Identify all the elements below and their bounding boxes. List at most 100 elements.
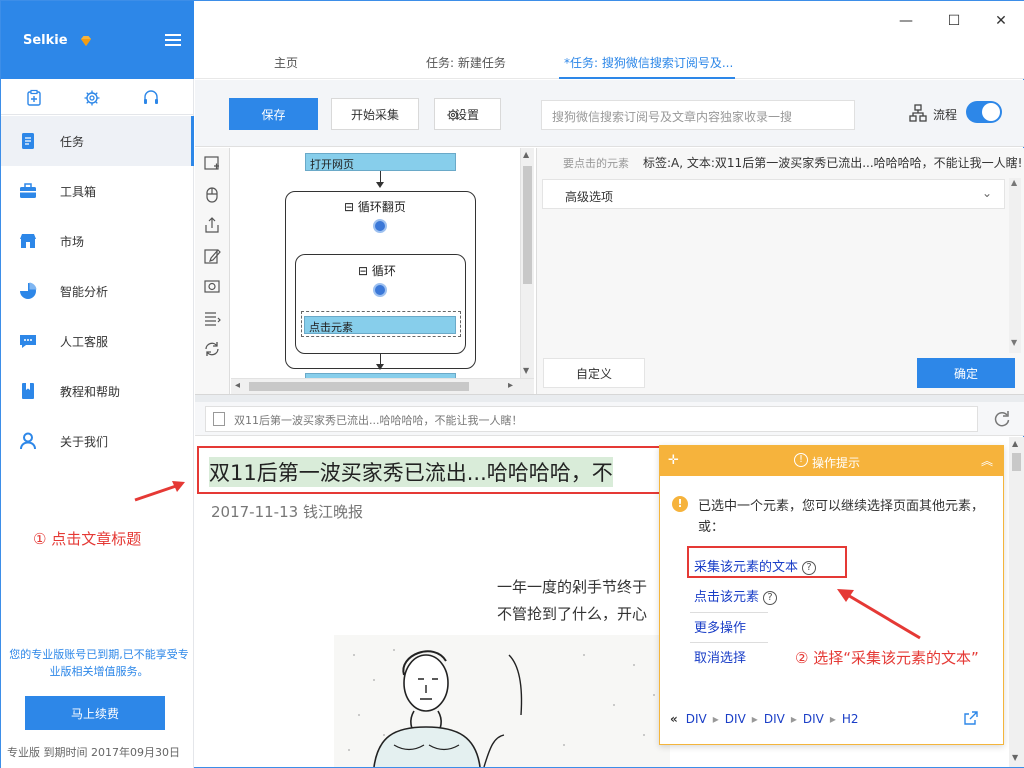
- crumb-item[interactable]: H2: [842, 712, 859, 726]
- sidebar-item-about[interactable]: 关于我们: [1, 416, 194, 466]
- renew-button[interactable]: 马上续费: [25, 696, 165, 730]
- page-icon: [213, 412, 225, 426]
- annotation-step1: ① 点击文章标题: [33, 530, 142, 548]
- task-name-input[interactable]: 搜狗微信搜索订阅号及文章内容独家收录一搜: [541, 100, 855, 130]
- crumb-item[interactable]: DIV: [803, 712, 824, 726]
- clipboard-add-icon[interactable]: [25, 89, 43, 107]
- sidebar-item-help[interactable]: 教程和帮助: [1, 366, 194, 416]
- warning-icon: !: [672, 496, 688, 512]
- refresh-icon[interactable]: [992, 409, 1012, 429]
- operation-tips-panel: ✛ ! 操作提示 ︽ ! 已选中一个元素，您可以继续选择页面其他元素，或： 采集…: [659, 445, 1004, 745]
- app-window: Selkie 任务 工具箱 市场 智能分析 人工客服 教程和帮助 关于我们 您的…: [0, 0, 1024, 768]
- sidebar-nav: 任务 工具箱 市场 智能分析 人工客服 教程和帮助 关于我们: [1, 116, 194, 466]
- gear-icon[interactable]: [83, 89, 101, 107]
- scroll-thumb[interactable]: [1012, 453, 1021, 471]
- sidebar-item-label: 教程和帮助: [60, 385, 121, 399]
- url-field[interactable]: 双11后第一波买家秀已流出...哈哈哈哈，不能让我一人瞎！: [205, 406, 978, 432]
- workflow-vertical-scrollbar[interactable]: ▲ ▼: [520, 148, 534, 378]
- tips-message: 已选中一个元素，您可以继续选择页面其他元素，或：: [698, 499, 985, 535]
- crumb-item[interactable]: DIV: [686, 712, 707, 726]
- crumb-separator: ▸: [829, 712, 836, 726]
- info-icon: !: [794, 453, 808, 467]
- red-arrow-icon: [837, 589, 921, 640]
- flow-toggle[interactable]: [966, 101, 1002, 123]
- headset-icon[interactable]: [142, 89, 160, 107]
- gear-icon: [447, 109, 459, 121]
- expand-parent-icon[interactable]: «: [670, 712, 678, 726]
- minimize-button[interactable]: —: [896, 13, 916, 29]
- node-loop-paging-title: ⊟ 循环翻页: [344, 200, 406, 214]
- scroll-thumb[interactable]: [523, 166, 532, 284]
- crumb-item[interactable]: DIV: [764, 712, 785, 726]
- store-icon: [20, 234, 36, 248]
- scroll-up-icon[interactable]: ▲: [1011, 178, 1017, 187]
- scroll-down-icon[interactable]: ▼: [1011, 338, 1017, 347]
- brand-name: Selkie: [23, 33, 68, 48]
- sidebar-item-label: 工具箱: [60, 185, 97, 199]
- sidebar-item-toolbox[interactable]: 工具箱: [1, 166, 194, 216]
- advanced-options-label: 高级选项: [565, 190, 614, 204]
- scroll-down-icon[interactable]: ▼: [523, 366, 529, 375]
- mouse-icon[interactable]: [203, 185, 221, 203]
- webpage-scrollbar[interactable]: ▲ ▼: [1009, 437, 1024, 767]
- save-button[interactable]: 保存: [229, 98, 318, 130]
- hamburger-menu-icon[interactable]: [165, 34, 181, 46]
- capture-icon[interactable]: [203, 278, 221, 296]
- confirm-button[interactable]: 确定: [917, 358, 1015, 388]
- properties-panel: 要点击的元素 标签:A, 文本:双11后第一波买家秀已流出...哈哈哈哈，不能让…: [536, 148, 1024, 394]
- click-element-option[interactable]: 点击该元素?: [694, 586, 778, 605]
- add-step-icon[interactable]: [203, 154, 221, 172]
- collapse-icon[interactable]: ︽: [981, 452, 993, 469]
- sidebar-item-tasks[interactable]: 任务: [1, 116, 194, 166]
- crumb-item[interactable]: DIV: [725, 712, 746, 726]
- tab-sogou-task[interactable]: *任务: 搜狗微信搜索订阅号及...: [564, 54, 733, 71]
- help-icon[interactable]: ?: [763, 590, 778, 605]
- chevron-down-icon: ⌄: [981, 186, 992, 200]
- scroll-right-icon[interactable]: ▸: [508, 380, 513, 391]
- loop-refresh-icon: [373, 283, 387, 297]
- more-actions-option[interactable]: 更多操作: [694, 617, 746, 636]
- title-highlight-box: [197, 446, 669, 494]
- scroll-left-icon[interactable]: ◂: [235, 380, 240, 391]
- edit-icon[interactable]: [203, 247, 221, 265]
- props-scrollbar[interactable]: ▲ ▼: [1009, 178, 1021, 353]
- move-icon[interactable]: ✛: [668, 453, 679, 468]
- workflow-horizontal-scrollbar[interactable]: ◂ ▸: [231, 378, 534, 394]
- option-divider: [690, 612, 768, 613]
- list-icon[interactable]: [203, 309, 221, 327]
- advanced-options-dropdown[interactable]: 高级选项 ⌄: [542, 179, 1005, 209]
- tips-header[interactable]: ✛ ! 操作提示 ︽: [660, 446, 1003, 476]
- sidebar-item-market[interactable]: 市场: [1, 216, 194, 266]
- workflow-canvas[interactable]: 打开网页 ⊟ 循环翻页 ⊟ 循环 点击元素: [231, 148, 534, 394]
- chat-icon: [20, 335, 36, 348]
- settings-button[interactable]: 设置: [434, 98, 501, 130]
- scroll-up-icon[interactable]: ▲: [1012, 439, 1018, 448]
- scroll-thumb[interactable]: [249, 382, 469, 391]
- document-icon: [22, 133, 34, 149]
- export-icon[interactable]: [203, 216, 221, 234]
- tips-title: 操作提示: [812, 456, 861, 470]
- sidebar-item-label: 市场: [60, 235, 85, 249]
- start-collect-button[interactable]: 开始采集: [331, 98, 419, 130]
- sidebar-item-analysis[interactable]: 智能分析: [1, 266, 194, 316]
- tab-home[interactable]: 主页: [274, 54, 298, 71]
- custom-button[interactable]: 自定义: [543, 358, 645, 388]
- flow-arrowhead: [376, 182, 384, 188]
- external-link-icon[interactable]: [963, 710, 979, 726]
- version-expiry-text: 专业版 到期时间 2017年09月30日: [7, 746, 180, 759]
- refresh-loop-icon[interactable]: [203, 340, 221, 358]
- node-click-element[interactable]: 点击元素: [304, 316, 456, 334]
- tab-new-task[interactable]: 任务: 新建任务: [426, 54, 506, 71]
- close-button[interactable]: ✕: [991, 13, 1011, 29]
- toolbar: 保存 开始采集 设置 搜狗微信搜索订阅号及文章内容独家收录一搜 流程: [195, 80, 1024, 147]
- annotation-step2: ② 选择“采集该元素的文本”: [795, 649, 979, 667]
- pane-splitter[interactable]: [195, 394, 1024, 402]
- node-open-page[interactable]: 打开网页: [305, 153, 456, 171]
- target-element-label: 要点击的元素: [563, 157, 629, 170]
- book-icon: [22, 383, 34, 399]
- maximize-button[interactable]: ☐: [944, 13, 964, 29]
- cancel-selection-option[interactable]: 取消选择: [694, 647, 746, 666]
- scroll-up-icon[interactable]: ▲: [523, 150, 529, 159]
- scroll-down-icon[interactable]: ▼: [1012, 753, 1018, 762]
- sidebar-item-support[interactable]: 人工客服: [1, 316, 194, 366]
